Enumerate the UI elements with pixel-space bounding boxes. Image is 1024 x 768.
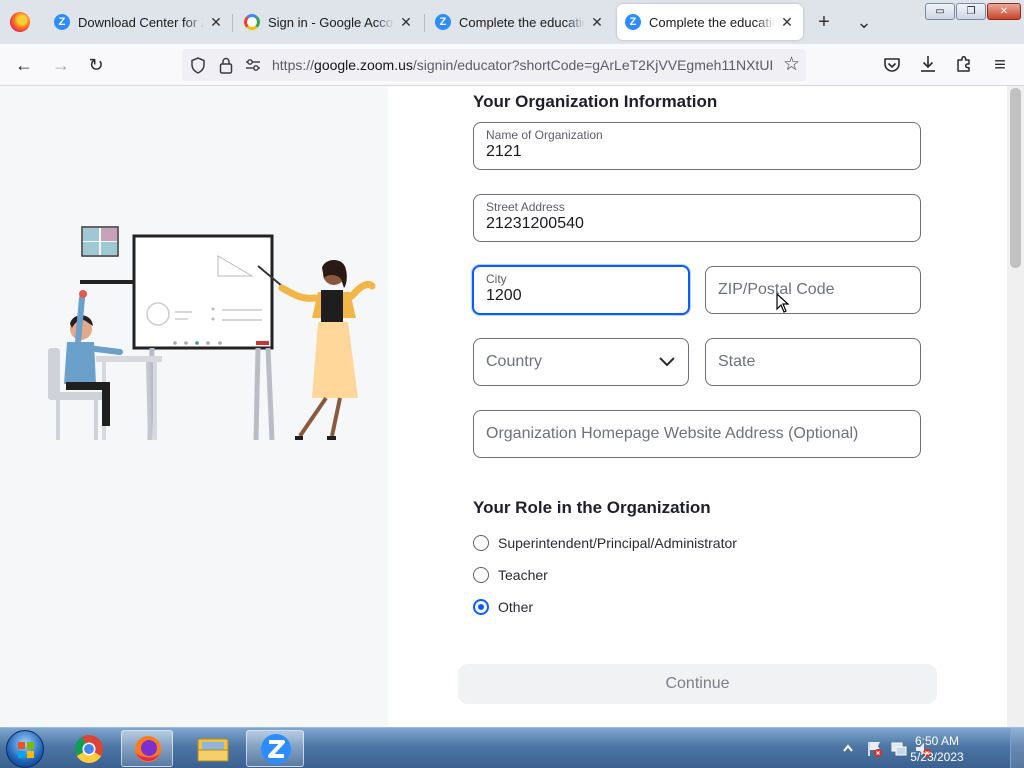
google-icon bbox=[244, 14, 260, 30]
taskbar-firefox[interactable] bbox=[121, 730, 173, 767]
city-value: 1200 bbox=[486, 287, 522, 304]
pocket-icon[interactable] bbox=[883, 57, 901, 74]
tab-separator bbox=[232, 14, 233, 32]
city-field[interactable]: City 1200 bbox=[472, 265, 690, 315]
tab-close-icon[interactable]: ✕ bbox=[589, 14, 605, 30]
radio-button-selected[interactable] bbox=[473, 599, 489, 615]
bookmark-star-icon[interactable]: ☆ bbox=[783, 53, 800, 77]
system-clock[interactable]: 6:50 AM 5/23/2023 bbox=[906, 733, 968, 765]
new-tab-button[interactable]: + bbox=[812, 10, 836, 34]
downloads-icon[interactable] bbox=[919, 55, 937, 73]
tab-title: Sign in - Google Accounts bbox=[268, 14, 394, 30]
state-field[interactable]: State bbox=[705, 338, 921, 386]
taskbar-file-explorer[interactable] bbox=[187, 730, 239, 767]
role-section-title: Your Role in the Organization bbox=[473, 498, 711, 517]
zoom-icon bbox=[54, 14, 70, 30]
city-label: City bbox=[486, 272, 507, 286]
tab-close-icon[interactable]: ✕ bbox=[208, 14, 224, 30]
country-placeholder: Country bbox=[486, 353, 543, 370]
back-button[interactable]: ← bbox=[12, 53, 36, 77]
scrollbar-thumb[interactable] bbox=[1010, 88, 1021, 268]
file-explorer-icon bbox=[197, 738, 229, 762]
role-option-other[interactable]: Other bbox=[473, 599, 533, 615]
extensions-puzzle-icon[interactable] bbox=[955, 55, 973, 73]
app-menu-button[interactable]: ≡ bbox=[988, 53, 1012, 77]
tab-google-sign-in[interactable]: Sign in - Google Accounts ✕ bbox=[236, 4, 422, 40]
taskbar-chrome[interactable] bbox=[63, 730, 115, 767]
close-window-button[interactable]: ✕ bbox=[987, 3, 1021, 20]
clock-time: 6:50 AM bbox=[914, 734, 960, 748]
mouse-cursor-icon bbox=[776, 293, 790, 313]
radio-button[interactable] bbox=[473, 535, 489, 551]
chevron-down-icon bbox=[659, 357, 675, 367]
tab-download-center[interactable]: Download Center for Zoom ✕ bbox=[46, 4, 232, 40]
tab-close-icon[interactable]: ✕ bbox=[398, 14, 414, 30]
tab-complete-education-1[interactable]: Complete the education ✕ bbox=[427, 4, 613, 40]
url-prefix: https:// bbox=[272, 57, 315, 73]
organization-name-value: 2121 bbox=[486, 143, 522, 160]
show-desktop-button[interactable] bbox=[1010, 728, 1024, 768]
windows-taskbar: 6:50 AM 5/23/2023 bbox=[0, 727, 1024, 768]
url-text: https://google.zoom.us/signin/educator?s… bbox=[272, 49, 782, 81]
permissions-icon[interactable] bbox=[245, 58, 261, 72]
state-placeholder: State bbox=[718, 353, 756, 370]
organization-name-field[interactable]: Name of Organization 2121 bbox=[473, 122, 921, 170]
tab-separator bbox=[424, 14, 425, 32]
taskbar-zoom[interactable] bbox=[246, 730, 304, 767]
street-address-label: Street Address bbox=[486, 200, 565, 214]
restore-button[interactable]: ❐ bbox=[956, 3, 986, 20]
list-all-tabs-button[interactable]: ⌄ bbox=[852, 10, 876, 34]
organization-section-title: Your Organization Information bbox=[473, 92, 718, 111]
continue-button[interactable]: Continue bbox=[458, 664, 937, 704]
clock-date: 5/23/2023 bbox=[910, 750, 964, 764]
firefox-icon bbox=[135, 736, 161, 762]
firefox-menu-icon[interactable] bbox=[10, 12, 30, 32]
role-option-teacher[interactable]: Teacher bbox=[473, 567, 548, 583]
role-option-label: Teacher bbox=[498, 567, 548, 583]
start-button[interactable] bbox=[6, 730, 44, 768]
tracking-protection-shield-icon[interactable] bbox=[190, 57, 206, 74]
url-domain: google.zoom.us bbox=[314, 57, 413, 73]
tab-title: Complete the education bbox=[459, 14, 585, 30]
country-select[interactable]: Country bbox=[473, 338, 689, 386]
url-path: /signin/educator?shortCode=gArLeT2KjVVEg… bbox=[412, 57, 774, 73]
address-bar[interactable]: https://google.zoom.us/signin/educator?s… bbox=[182, 49, 806, 81]
zip-postal-code-field[interactable]: ZIP/Postal Code bbox=[705, 266, 921, 314]
page-scrollbar[interactable] bbox=[1007, 86, 1024, 727]
website-placeholder: Organization Homepage Website Address (O… bbox=[486, 425, 859, 442]
street-address-field[interactable]: Street Address 21231200540 bbox=[473, 194, 921, 242]
role-option-administrator[interactable]: Superintendent/Principal/Administrator bbox=[473, 535, 737, 551]
navigation-bar: ← → ↻ https://google.zoom.us/signin/educ… bbox=[0, 44, 1024, 86]
zoom-icon bbox=[261, 734, 291, 764]
organization-name-label: Name of Organization bbox=[486, 128, 603, 142]
browser-window: Download Center for Zoom ✕ Sign in - Goo… bbox=[0, 0, 1024, 768]
zoom-icon bbox=[625, 14, 641, 30]
tab-title: Complete the education bbox=[649, 14, 775, 30]
role-option-label: Other bbox=[498, 599, 534, 615]
lock-icon[interactable] bbox=[219, 57, 233, 74]
role-option-label: Superintendent/Principal/Administrator bbox=[498, 535, 737, 551]
forward-button[interactable]: → bbox=[49, 53, 73, 77]
tab-complete-education-active[interactable]: Complete the education ✕ bbox=[617, 4, 803, 40]
tab-close-icon[interactable]: ✕ bbox=[779, 14, 795, 30]
website-field[interactable]: Organization Homepage Website Address (O… bbox=[473, 410, 921, 458]
page-content: Your Organization Information Name of Or… bbox=[0, 86, 1007, 727]
action-center-flag-icon[interactable] bbox=[866, 740, 884, 758]
tab-title: Download Center for Zoom bbox=[78, 14, 204, 30]
minimize-button[interactable]: ▭ bbox=[925, 3, 955, 20]
reload-button[interactable]: ↻ bbox=[84, 53, 108, 77]
street-address-value: 21231200540 bbox=[486, 215, 584, 232]
show-hidden-icons-icon[interactable] bbox=[842, 743, 854, 753]
radio-button[interactable] bbox=[473, 567, 489, 583]
chrome-icon bbox=[75, 735, 103, 763]
tab-bar: Download Center for Zoom ✕ Sign in - Goo… bbox=[0, 0, 1024, 44]
windows-logo-icon bbox=[18, 742, 34, 758]
zoom-icon bbox=[435, 14, 451, 30]
illustration-panel bbox=[0, 86, 388, 727]
teacher-classroom-illustration bbox=[48, 226, 376, 441]
